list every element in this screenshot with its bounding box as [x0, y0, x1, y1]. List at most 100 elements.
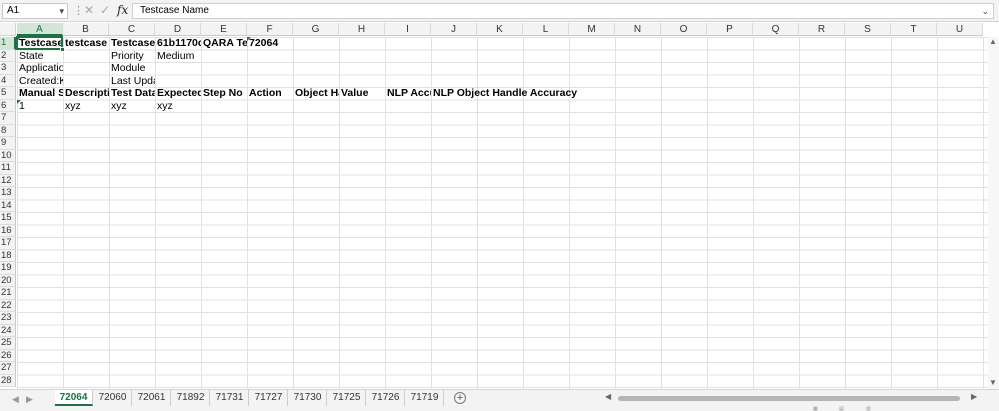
cell-i5[interactable]: NLP Accur — [385, 87, 431, 100]
sheet-tab-71726[interactable]: 71726 — [367, 390, 405, 406]
expand-formula-icon[interactable]: ⌄ — [981, 4, 989, 18]
cell-a3[interactable]: Applicatio — [17, 62, 63, 75]
column-header-l[interactable]: L — [523, 23, 569, 36]
cell-c6[interactable]: xyz — [109, 100, 155, 113]
cancel-icon[interactable]: ✕ — [84, 3, 94, 17]
cell-d1[interactable]: 61b1170d — [155, 37, 201, 50]
row-header-8[interactable]: 8 — [0, 124, 16, 137]
sheet-tab-71892[interactable]: 71892 — [172, 390, 210, 406]
column-header-t[interactable]: T — [891, 23, 937, 36]
column-header-h[interactable]: H — [339, 23, 385, 36]
row-header-24[interactable]: 24 — [0, 324, 16, 337]
page-break-icon[interactable]: ▥ — [866, 406, 871, 411]
chevron-down-icon[interactable]: ▾ — [59, 4, 64, 18]
next-sheet-icon[interactable]: ▶ — [26, 394, 33, 405]
sheet-tab-72064[interactable]: 72064 — [55, 390, 93, 406]
column-header-u[interactable]: U — [937, 23, 983, 36]
normal-view-icon[interactable]: ▦ — [813, 406, 818, 411]
column-header-d[interactable]: D — [155, 23, 201, 36]
row-header-21[interactable]: 21 — [0, 287, 16, 300]
column-header-i[interactable]: I — [385, 23, 431, 36]
insert-function-icon[interactable]: fx — [117, 3, 128, 17]
row-header-15[interactable]: 15 — [0, 212, 16, 225]
prev-sheet-icon[interactable]: ◀ — [12, 394, 19, 405]
row-header-2[interactable]: 2 — [0, 49, 16, 62]
column-header-b[interactable]: B — [63, 23, 109, 36]
name-box[interactable]: A1 ▾ — [2, 3, 68, 19]
cell-d2[interactable]: Medium — [155, 50, 201, 63]
cell-a6[interactable]: 1 — [17, 100, 63, 113]
row-header-1[interactable]: 1 — [0, 37, 16, 50]
cell-d6[interactable]: xyz — [155, 100, 201, 113]
cell-e1[interactable]: QARA Tes — [201, 37, 247, 50]
row-header-23[interactable]: 23 — [0, 312, 16, 325]
row-header-22[interactable]: 22 — [0, 299, 16, 312]
cell-g5[interactable]: Object Ha — [293, 87, 339, 100]
column-header-g[interactable]: G — [293, 23, 339, 36]
row-header-6[interactable]: 6 — [0, 99, 16, 112]
cell-c5[interactable]: Test Data — [109, 87, 155, 100]
row-header-16[interactable]: 16 — [0, 224, 16, 237]
row-header-7[interactable]: 7 — [0, 112, 16, 125]
cell-f5[interactable]: Action — [247, 87, 293, 100]
scroll-left-icon[interactable]: ◀ — [605, 392, 611, 401]
sheet-tab-71725[interactable]: 71725 — [328, 390, 366, 406]
sheet-tab-71731[interactable]: 71731 — [211, 390, 249, 406]
column-header-s[interactable]: S — [845, 23, 891, 36]
row-header-10[interactable]: 10 — [0, 149, 16, 162]
column-header-n[interactable]: N — [615, 23, 661, 36]
cell-a1[interactable]: Testcase N — [17, 37, 63, 50]
row-header-14[interactable]: 14 — [0, 199, 16, 212]
page-layout-icon[interactable]: ▤ — [839, 406, 844, 411]
cell-h5[interactable]: Value — [339, 87, 385, 100]
column-header-j[interactable]: J — [431, 23, 477, 36]
row-header-3[interactable]: 3 — [0, 62, 16, 75]
row-header-26[interactable]: 26 — [0, 349, 16, 362]
column-header-a[interactable]: A — [17, 23, 63, 36]
sheet-tab-72060[interactable]: 72060 — [94, 390, 132, 406]
cell-b5[interactable]: Descriptio — [63, 87, 109, 100]
sheet-tab-72061[interactable]: 72061 — [133, 390, 171, 406]
row-header-17[interactable]: 17 — [0, 237, 16, 250]
row-header-27[interactable]: 27 — [0, 362, 16, 375]
row-header-9[interactable]: 9 — [0, 137, 16, 150]
cell-d5[interactable]: Expected I — [155, 87, 201, 100]
column-header-e[interactable]: E — [201, 23, 247, 36]
scroll-thumb[interactable] — [618, 396, 960, 401]
column-header-c[interactable]: C — [109, 23, 155, 36]
scroll-right-icon[interactable]: ▶ — [971, 392, 977, 401]
row-header-4[interactable]: 4 — [0, 74, 16, 87]
row-header-28[interactable]: 28 — [0, 374, 16, 387]
enter-icon[interactable]: ✓ — [100, 3, 110, 17]
select-all-corner[interactable] — [0, 23, 16, 36]
add-sheet-icon[interactable]: + — [454, 392, 466, 404]
row-header-11[interactable]: 11 — [0, 162, 16, 175]
formula-input[interactable]: Testcase Name ⌄ — [132, 3, 994, 19]
row-header-5[interactable]: 5 — [0, 87, 16, 100]
scroll-up-icon[interactable]: ▲ — [989, 37, 997, 46]
row-header-12[interactable]: 12 — [0, 174, 16, 187]
row-header-18[interactable]: 18 — [0, 249, 16, 262]
cell-b6[interactable]: xyz — [63, 100, 109, 113]
sheet-tab-71719[interactable]: 71719 — [406, 390, 444, 406]
column-header-f[interactable]: F — [247, 23, 293, 36]
row-header-20[interactable]: 20 — [0, 274, 16, 287]
sheet-tab-71727[interactable]: 71727 — [250, 390, 288, 406]
horizontal-scrollbar[interactable]: ◀ ▶ — [605, 392, 983, 404]
row-header-25[interactable]: 25 — [0, 337, 16, 350]
column-header-m[interactable]: M — [569, 23, 615, 36]
row-header-13[interactable]: 13 — [0, 187, 16, 200]
cell-e5[interactable]: Step No — [201, 87, 247, 100]
cell-j5[interactable]: NLP Object Handle Accuracy — [431, 87, 577, 100]
cell-a5[interactable]: Manual St — [17, 87, 63, 100]
cell-b1[interactable]: testcase te — [63, 37, 109, 50]
cell-c3[interactable]: Module — [109, 62, 155, 75]
scroll-down-icon[interactable]: ▼ — [989, 378, 997, 387]
column-header-k[interactable]: K — [477, 23, 523, 36]
vertical-scrollbar[interactable]: ▲ ▼ — [988, 37, 999, 389]
column-header-q[interactable]: Q — [753, 23, 799, 36]
column-header-o[interactable]: O — [661, 23, 707, 36]
column-header-p[interactable]: P — [707, 23, 753, 36]
sheet-tab-71730[interactable]: 71730 — [289, 390, 327, 406]
column-header-r[interactable]: R — [799, 23, 845, 36]
